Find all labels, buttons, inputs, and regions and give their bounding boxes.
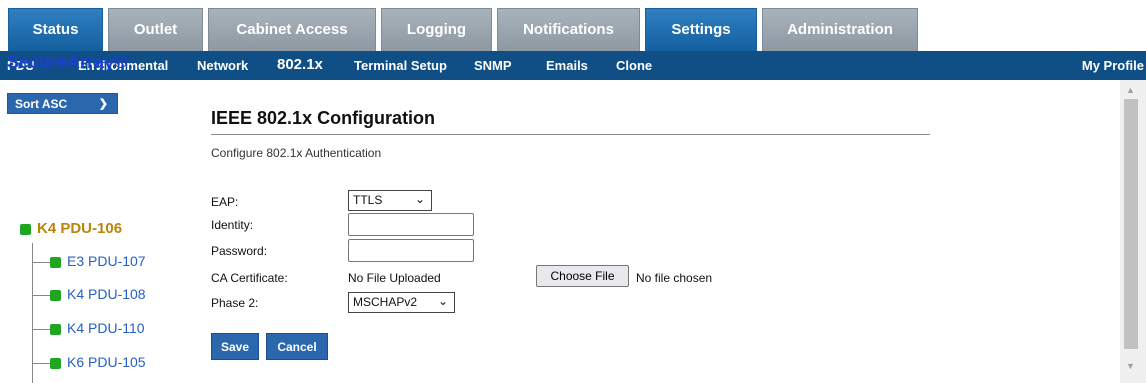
ca-status-text: No File Uploaded xyxy=(348,271,441,285)
nav-emails[interactable]: Emails xyxy=(546,58,588,73)
chevron-down-icon: ⌄ xyxy=(437,294,448,308)
sort-select[interactable]: Sort ASC ❯ xyxy=(7,93,118,114)
tab-notifications[interactable]: Notifications xyxy=(497,8,640,51)
scrollbar-thumb[interactable] xyxy=(1124,99,1138,349)
tree-item-label: K4 PDU-108 xyxy=(67,286,146,302)
identity-label: Identity: xyxy=(211,218,254,232)
status-dot-icon xyxy=(50,256,61,268)
ca-certificate-label: CA Certificate: xyxy=(211,271,288,285)
tree-root-label: K4 PDU-106 xyxy=(37,220,123,237)
status-dot-icon xyxy=(50,323,61,335)
status-dot-icon xyxy=(20,223,31,235)
chevron-down-icon: ⌄ xyxy=(414,192,425,206)
scroll-up-icon[interactable]: ▲ xyxy=(1126,85,1135,95)
nav-network[interactable]: Network xyxy=(197,58,248,73)
eap-label: EAP: xyxy=(211,195,239,209)
sort-label: Sort ASC xyxy=(15,97,68,111)
eap-value: TTLS xyxy=(353,193,383,207)
title-divider xyxy=(211,134,930,135)
settings-subnav: PDU Environmental Network 802.1x Termina… xyxy=(0,51,1146,80)
tree-item[interactable]: K4 PDU-110 xyxy=(32,320,145,338)
choose-file-button[interactable]: Choose File xyxy=(536,265,629,287)
tab-outlet[interactable]: Outlet xyxy=(108,8,203,51)
scroll-down-icon[interactable]: ▼ xyxy=(1126,361,1135,371)
status-dot-icon xyxy=(50,289,61,301)
tab-administration[interactable]: Administration xyxy=(762,8,918,51)
tree-item[interactable]: E3 PDU-107 xyxy=(32,253,146,271)
tree-item-label: K4 PDU-110 xyxy=(67,320,145,336)
tree-root-pdu[interactable]: K4 PDU-106 xyxy=(20,220,122,237)
tab-settings[interactable]: Settings xyxy=(645,8,757,51)
password-label: Password: xyxy=(211,244,268,258)
tree-item[interactable]: K6 PDU-105 xyxy=(32,354,146,372)
save-button[interactable]: Save xyxy=(211,333,259,360)
status-dot-icon xyxy=(50,357,61,369)
nav-clone[interactable]: Clone xyxy=(616,58,652,73)
cancel-button[interactable]: Cancel xyxy=(266,333,328,360)
tree-item-label: E3 PDU-107 xyxy=(67,253,146,269)
tab-status[interactable]: Status xyxy=(8,8,103,51)
tab-logging[interactable]: Logging xyxy=(381,8,492,51)
eap-select[interactable]: TTLS ⌄ xyxy=(348,190,432,211)
password-input[interactable] xyxy=(348,239,474,262)
my-profile-link[interactable]: My Profile xyxy=(1082,58,1144,73)
nav-terminal-setup[interactable]: Terminal Setup xyxy=(354,58,447,73)
no-file-text: No file chosen xyxy=(636,271,713,285)
tree-item-label: K6 PDU-105 xyxy=(67,354,146,370)
tree-item[interactable]: K4 PDU-108 xyxy=(32,286,146,304)
phase2-label: Phase 2: xyxy=(211,296,259,310)
phase2-value: MSCHAPv2 xyxy=(353,295,418,309)
identity-input[interactable] xyxy=(348,213,474,236)
page-title: IEEE 802.1x Configuration xyxy=(211,108,436,128)
chevron-down-icon: ❯ xyxy=(98,98,108,110)
nav-snmp[interactable]: SNMP xyxy=(474,58,512,73)
securearray-title: SecureArray®: xyxy=(7,52,134,72)
top-tab-bar: Status Outlet Cabinet Access Logging Not… xyxy=(0,0,1146,51)
tab-cabinet-access[interactable]: Cabinet Access xyxy=(208,8,376,51)
nav-8021x[interactable]: 802.1x xyxy=(277,56,323,73)
phase2-select[interactable]: MSCHAPv2 ⌄ xyxy=(348,292,455,313)
page-subtitle: Configure 802.1x Authentication xyxy=(211,146,382,160)
